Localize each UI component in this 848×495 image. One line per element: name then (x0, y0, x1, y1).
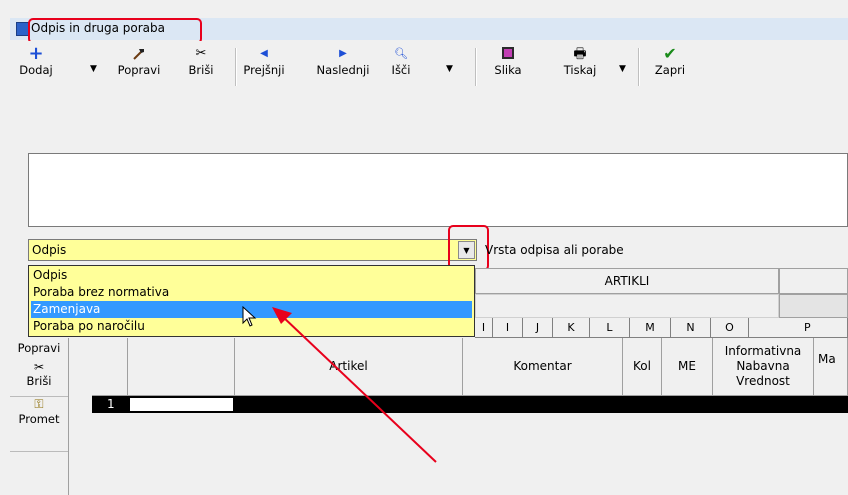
annotation-arrow (272, 307, 437, 463)
